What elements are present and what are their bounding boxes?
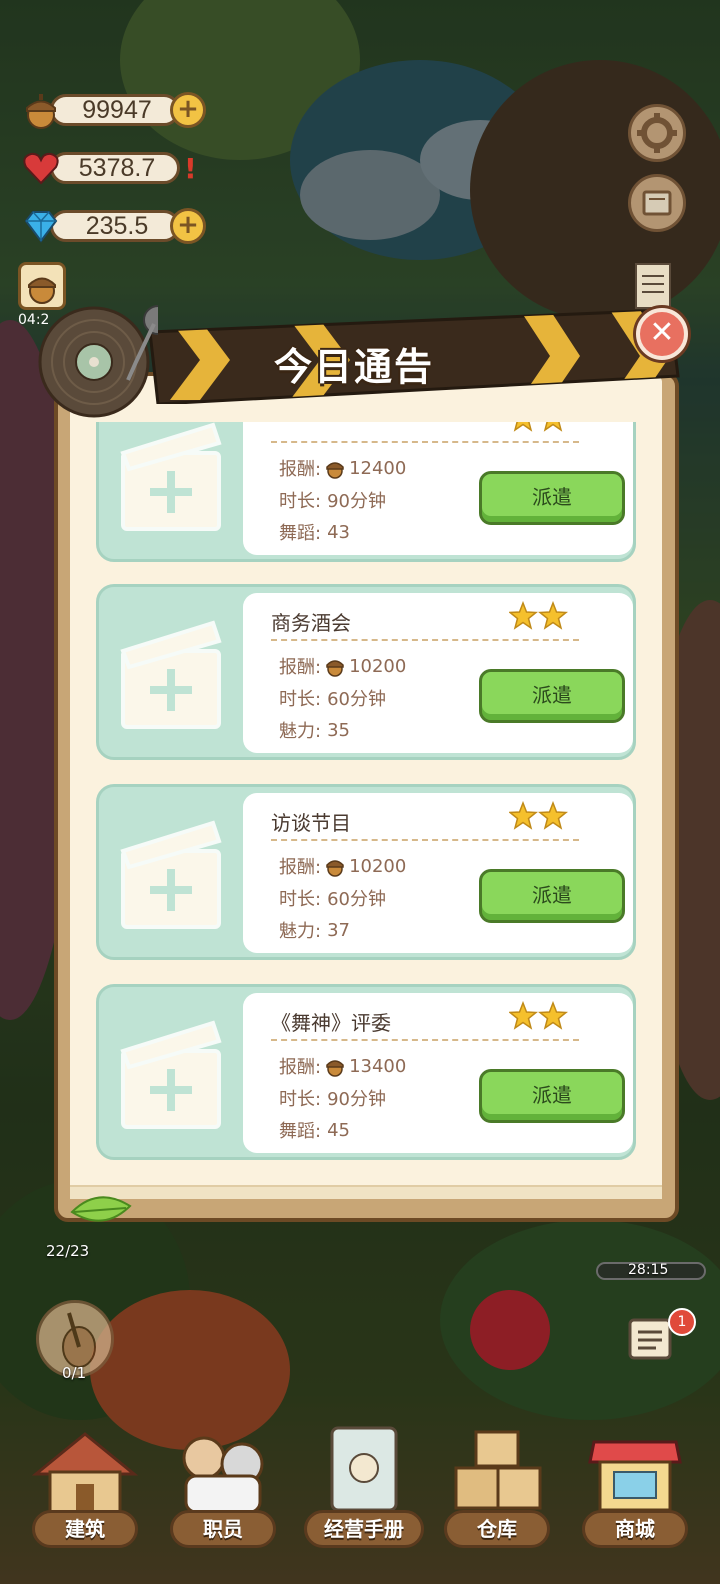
acorn-icon [326, 1060, 344, 1077]
add-acorns-button[interactable]: + [170, 92, 206, 128]
reward-value: 10200 [349, 655, 407, 677]
attribute-value: 45 [327, 1119, 350, 1141]
star-rating [509, 1001, 569, 1030]
dispatch-button[interactable]: 派遣 [479, 669, 625, 723]
nav-handbook-label: 经营手册 [304, 1510, 424, 1548]
book-button[interactable] [628, 174, 686, 232]
job-info: 访谈节目 报酬: 10200 时长: 60分钟 魅力: 37 派遣 [243, 793, 633, 953]
production-timer: 28:15 [628, 1262, 669, 1278]
job-title: 商务酒会 [271, 611, 351, 635]
duration-value: 90分钟 [327, 1089, 386, 1110]
reward-value: 13400 [349, 1055, 407, 1077]
star-rating [509, 601, 569, 630]
boxes-icon [454, 1430, 542, 1510]
acorn-icon [28, 277, 56, 304]
instrument-counter: 0/1 [62, 1364, 87, 1382]
acorn-value: 99947 [82, 96, 152, 124]
attribute-label: 魅力: [279, 921, 322, 942]
staff-cats-icon [182, 1436, 264, 1514]
nav-staff[interactable]: 职员 [158, 1418, 288, 1548]
heart-icon [23, 152, 59, 185]
job-title: 访谈节目 [271, 811, 351, 835]
reward-label: 报酬: [279, 459, 322, 480]
dialog-bottom-edge [70, 1185, 662, 1199]
dialog-title: 今日通告 [273, 345, 434, 389]
attribute-label: 舞蹈: [279, 523, 322, 544]
alert-icon: ! [184, 152, 197, 185]
reward-label: 报酬: [279, 857, 322, 878]
book-icon [642, 190, 672, 216]
attribute-value: 35 [327, 719, 350, 741]
nav-build[interactable]: 建筑 [20, 1418, 150, 1548]
dispatch-button[interactable]: 派遣 [479, 869, 625, 923]
nav-build-label: 建筑 [32, 1510, 138, 1548]
job-card: 报酬: 12400 时长: 90分钟 舞蹈: 43 派遣 [96, 422, 636, 562]
job-info: 《舞神》评委 报酬: 13400 时长: 90分钟 舞蹈: 45 派遣 [243, 993, 633, 1153]
settings-button[interactable] [628, 104, 686, 162]
nav-warehouse[interactable]: 仓库 [432, 1418, 562, 1548]
vinyl-record-icon [38, 305, 158, 418]
shop-stall-icon [588, 1440, 682, 1512]
job-title: 《舞神》评委 [271, 1011, 391, 1035]
duration-label: 时长: [279, 1089, 322, 1110]
production-timer-bar: 28:15 [596, 1262, 706, 1280]
acorn-icon [326, 462, 344, 479]
capacity-counter: 22/23 [46, 1242, 90, 1260]
attribute-value: 43 [327, 521, 350, 543]
close-button[interactable]: ✕ [636, 308, 688, 360]
attribute-label: 舞蹈: [279, 1121, 322, 1142]
reward-label: 报酬: [279, 657, 322, 678]
job-card: 《舞神》评委 报酬: 13400 时长: 90分钟 舞蹈: 45 派遣 [96, 984, 636, 1160]
dispatch-button[interactable]: 派遣 [479, 471, 625, 525]
reward-value: 10200 [349, 855, 407, 877]
job-list[interactable]: 报酬: 12400 时长: 90分钟 舞蹈: 43 派遣 商务酒会 报酬: 10… [70, 422, 662, 1177]
acorn-icon [326, 660, 344, 677]
nav-shop[interactable]: 商城 [570, 1418, 700, 1548]
duration-label: 时长: [279, 689, 322, 710]
heart-value: 5378.7 [78, 154, 156, 182]
job-card: 商务酒会 报酬: 10200 时长: 60分钟 魅力: 35 派遣 [96, 584, 636, 760]
acorn-icon [326, 860, 344, 877]
gear-icon [637, 113, 677, 153]
house-icon [31, 1432, 139, 1514]
diamond-icon [24, 211, 58, 243]
notification-badge: 1 [668, 1308, 696, 1336]
duration-label: 时长: [279, 491, 322, 512]
acorn-icon [26, 94, 56, 129]
clapperboard-icon [120, 1020, 222, 1129]
nav-staff-label: 职员 [170, 1510, 276, 1548]
nav-handbook[interactable]: 经营手册 [294, 1418, 434, 1548]
duration-value: 60分钟 [327, 689, 386, 710]
job-card: 访谈节目 报酬: 10200 时长: 60分钟 魅力: 37 派遣 [96, 784, 636, 960]
notice-paper-icon[interactable] [632, 262, 676, 312]
reward-value: 12400 [349, 457, 407, 479]
handbook-icon [330, 1426, 398, 1512]
clapperboard-icon [120, 620, 222, 729]
dispatch-button[interactable]: 派遣 [479, 1069, 625, 1123]
duration-label: 时长: [279, 889, 322, 910]
job-info: 商务酒会 报酬: 10200 时长: 60分钟 魅力: 35 派遣 [243, 593, 633, 753]
star-rating [513, 422, 563, 432]
duration-value: 60分钟 [327, 889, 386, 910]
job-info: 报酬: 12400 时长: 90分钟 舞蹈: 43 派遣 [243, 422, 633, 555]
nav-shop-label: 商城 [582, 1510, 688, 1548]
attribute-value: 37 [327, 919, 350, 941]
add-gems-button[interactable]: + [170, 208, 206, 244]
clapperboard-icon [120, 422, 222, 531]
nav-warehouse-label: 仓库 [444, 1510, 550, 1548]
gem-value: 235.5 [85, 212, 149, 240]
duration-value: 90分钟 [327, 491, 386, 512]
star-rating [509, 801, 569, 830]
leaf-decoration-icon [70, 1196, 132, 1222]
reward-label: 报酬: [279, 1057, 322, 1078]
attribute-label: 魅力: [279, 721, 322, 742]
clapperboard-icon [120, 820, 222, 929]
